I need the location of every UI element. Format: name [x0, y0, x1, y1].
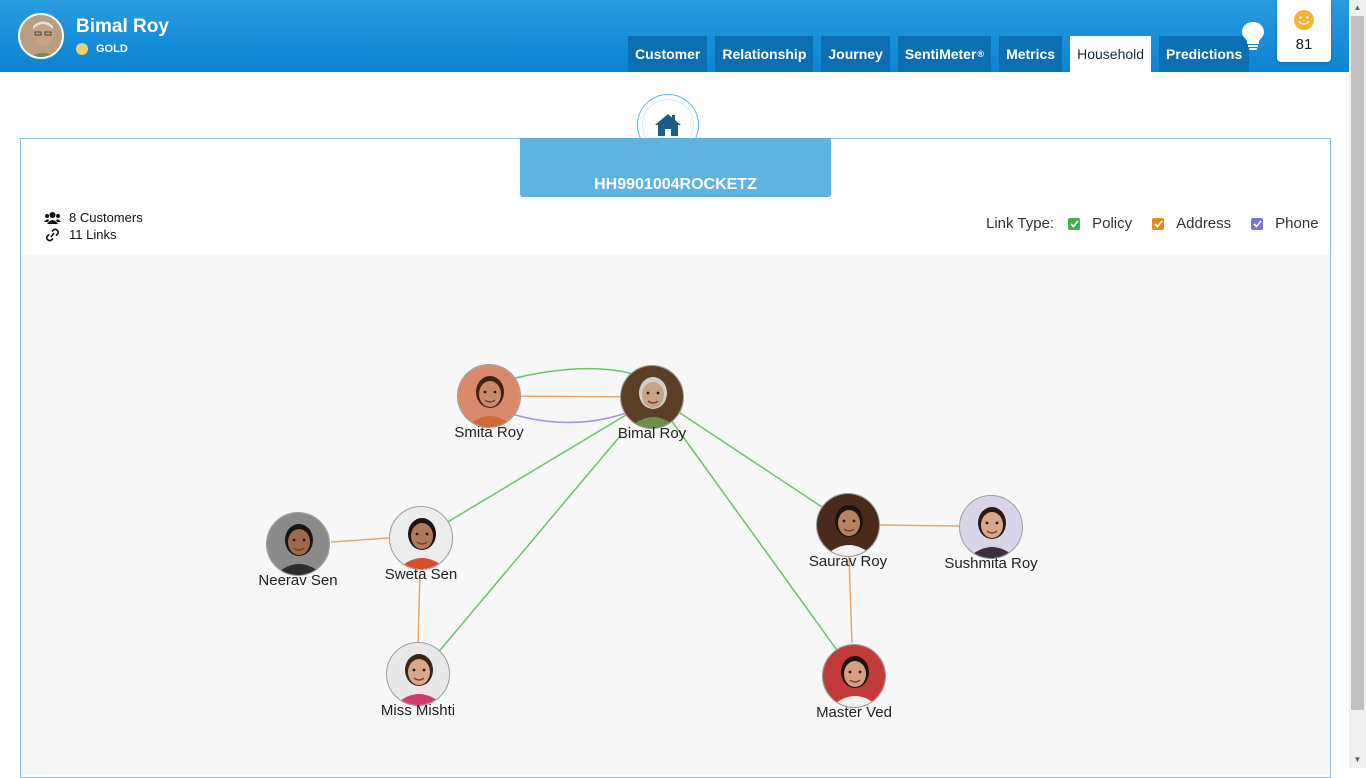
- link-policy-bimal-ved: [670, 419, 840, 654]
- customers-count: 8 Customers: [69, 210, 143, 225]
- portrait-icon: [267, 513, 329, 575]
- node-miss-mishti[interactable]: Miss Mishti: [381, 642, 455, 719]
- portrait-icon: [823, 645, 885, 707]
- household-id-banner: HH9901004ROCKETZ: [520, 138, 831, 197]
- link-address-sweta-mishti: [417, 572, 421, 644]
- links-count: 11 Links: [69, 227, 117, 242]
- portrait-icon: [817, 494, 879, 556]
- users-icon: [44, 211, 61, 224]
- avatar[interactable]: [816, 493, 880, 557]
- household-graph[interactable]: [21, 255, 1330, 775]
- link-type-label: Link Type:: [986, 215, 1055, 232]
- avatar[interactable]: [266, 512, 330, 576]
- household-id: HH9901004ROCKETZ: [594, 176, 757, 193]
- avatar[interactable]: [620, 365, 684, 429]
- tab-relationship[interactable]: Relationship: [715, 36, 814, 72]
- lightbulb-icon[interactable]: [1240, 20, 1266, 52]
- legend-address[interactable]: Address: [1152, 215, 1231, 232]
- smiley-icon: [1294, 10, 1314, 30]
- home-icon: [655, 114, 681, 136]
- portrait-icon: [458, 365, 520, 427]
- household-stats: 8 Customers 11 Links: [44, 209, 143, 243]
- scroll-thumb[interactable]: [1351, 16, 1364, 710]
- link-address-neerav-sweta: [330, 537, 390, 543]
- tab-metrics[interactable]: Metrics: [999, 36, 1063, 72]
- portrait-icon: [390, 507, 452, 569]
- tab-customer[interactable]: Customer: [628, 36, 708, 72]
- node-sweta-sen[interactable]: Sweta Sen: [385, 506, 457, 583]
- customer-name: Bimal Roy: [76, 16, 169, 37]
- policy-check-icon[interactable]: [1068, 217, 1081, 230]
- portrait-icon: [387, 643, 449, 705]
- link-policy-bimal-saurav: [670, 406, 832, 514]
- tier-badge: GOLD: [76, 43, 128, 55]
- scroll-up-arrow-icon[interactable]: ▲: [1349, 0, 1366, 16]
- legend-policy[interactable]: Policy: [1068, 215, 1132, 232]
- node-master-ved[interactable]: Master Ved: [816, 644, 892, 721]
- avatar[interactable]: [822, 644, 886, 708]
- link-policy-bimal-mishti: [435, 434, 622, 656]
- main-tabs: Customer Relationship Journey SentiMeter…: [628, 36, 1250, 72]
- gold-dot-icon: [76, 43, 88, 55]
- scroll-down-arrow-icon[interactable]: ▼: [1349, 752, 1366, 768]
- node-smita-roy[interactable]: Smita Roy: [454, 364, 524, 441]
- tab-predictions[interactable]: Predictions: [1159, 36, 1250, 72]
- node-saurav-roy[interactable]: Saurav Roy: [809, 493, 887, 570]
- tab-household[interactable]: Household: [1070, 36, 1152, 72]
- link-address-saurav-sushmita: [879, 524, 960, 527]
- link-type-legend: Link Type: Policy Address Phone: [986, 215, 1319, 232]
- customer-avatar[interactable]: [18, 13, 64, 59]
- phone-check-icon[interactable]: [1251, 217, 1264, 230]
- avatar[interactable]: [389, 506, 453, 570]
- node-bimal-roy[interactable]: Bimal Roy: [618, 365, 686, 442]
- graph-links: [330, 367, 960, 656]
- legend-phone[interactable]: Phone: [1251, 215, 1319, 232]
- tier-label: GOLD: [96, 43, 128, 55]
- node-sushmita-roy[interactable]: Sushmita Roy: [944, 495, 1038, 572]
- sentiment-widget[interactable]: 81: [1277, 0, 1331, 62]
- page-scrollbar[interactable]: ▲ ▼: [1349, 0, 1366, 768]
- tab-sentimeter[interactable]: SentiMeter ®: [897, 36, 992, 72]
- household-panel: [20, 138, 1331, 778]
- portrait-icon: [621, 366, 683, 428]
- portrait-icon: [960, 496, 1022, 558]
- avatar[interactable]: [386, 642, 450, 706]
- avatar[interactable]: [959, 495, 1023, 559]
- link-icon: [45, 228, 60, 241]
- app-header: Bimal Roy GOLD Customer Relationship Jou…: [0, 0, 1349, 72]
- node-neerav-sen[interactable]: Neerav Sen: [258, 512, 338, 589]
- tab-journey[interactable]: Journey: [821, 36, 890, 72]
- address-check-icon[interactable]: [1152, 217, 1165, 230]
- avatar[interactable]: [457, 364, 521, 428]
- sentiment-score: 81: [1295, 36, 1313, 53]
